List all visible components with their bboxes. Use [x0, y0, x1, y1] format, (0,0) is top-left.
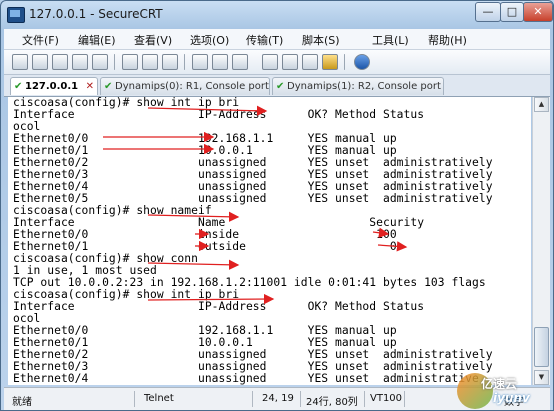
- toolbar-separator: [184, 54, 185, 70]
- disconnect-icon[interactable]: [92, 54, 108, 70]
- watermark-text: 亿速云: [481, 377, 518, 391]
- help-icon[interactable]: [354, 54, 370, 70]
- lock-icon[interactable]: [322, 54, 338, 70]
- connected-check-icon: ✔: [276, 81, 285, 92]
- menu-transfer[interactable]: 传输(T): [246, 32, 283, 48]
- underline-arrow: [147, 105, 268, 116]
- menu-file[interactable]: 文件(F): [22, 32, 59, 48]
- session-options-icon[interactable]: [212, 54, 228, 70]
- menu-options[interactable]: 选项(O): [190, 32, 229, 48]
- tab-label: 127.0.0.1: [25, 81, 79, 92]
- reconnect-icon[interactable]: [72, 54, 88, 70]
- session-tab-bar: ✔ 127.0.0.1 ✕ ✔ Dynamips(0): R1, Console…: [4, 75, 550, 97]
- status-protocol: Telnet: [144, 393, 174, 404]
- toolbar-separator: [344, 54, 345, 70]
- sftp-icon[interactable]: [262, 54, 278, 70]
- status-terminal-type: VT100: [370, 393, 403, 404]
- menu-script[interactable]: 脚本(S): [302, 32, 340, 48]
- menu-tools[interactable]: 工具(L): [372, 32, 409, 48]
- menu-edit[interactable]: 编辑(E): [78, 32, 116, 48]
- maximize-button[interactable]: □: [500, 2, 524, 22]
- tab-close-icon[interactable]: ✕: [86, 78, 94, 95]
- connected-check-icon: ✔: [104, 81, 113, 92]
- toolbar: [4, 50, 550, 75]
- connect-icon[interactable]: [12, 54, 28, 70]
- window-title: 127.0.0.1 - SecureCRT: [29, 7, 163, 21]
- tab-label: Dynamips(1): R2, Console port: [287, 81, 441, 92]
- terminal-scrollbar[interactable]: ▲ ▼: [532, 97, 550, 385]
- tab-dynamips-r1[interactable]: ✔ Dynamips(0): R1, Console port: [100, 77, 270, 95]
- close-button[interactable]: ✕: [523, 2, 553, 22]
- print-icon[interactable]: [192, 54, 208, 70]
- pointer-arrow: [377, 241, 408, 252]
- securecrt-app-icon: [7, 7, 25, 23]
- status-ready: 就绪: [12, 397, 32, 408]
- title-bar[interactable]: 127.0.0.1 - SecureCRT — □ ✕: [1, 1, 553, 29]
- paste-icon[interactable]: [142, 54, 158, 70]
- terminal-area[interactable]: ciscoasa(config)# show int ip bri Interfa…: [8, 97, 531, 385]
- tab-127-0-0-1[interactable]: ✔ 127.0.0.1 ✕: [10, 77, 98, 95]
- menu-help[interactable]: 帮助(H): [428, 32, 467, 48]
- new-session-icon[interactable]: [52, 54, 68, 70]
- annotation-arrows: [103, 105, 408, 305]
- menu-view[interactable]: 查看(V): [134, 32, 172, 48]
- scroll-thumb[interactable]: [534, 327, 549, 367]
- toolbar-separator: [114, 54, 115, 70]
- script-icon[interactable]: [302, 54, 318, 70]
- connected-check-icon: ✔: [14, 81, 23, 92]
- watermark-subtext: iyunv: [493, 391, 530, 405]
- tab-dynamips-r2[interactable]: ✔ Dynamips(1): R2, Console port: [272, 77, 444, 95]
- tab-label: Dynamips(0): R1, Console port: [115, 81, 269, 92]
- copy-icon[interactable]: [122, 54, 138, 70]
- quick-connect-icon[interactable]: [32, 54, 48, 70]
- menu-bar: 文件(F) 编辑(E) 查看(V) 选项(O) 传输(T) 脚本(S) 工具(L…: [4, 29, 550, 50]
- keymap-icon[interactable]: [282, 54, 298, 70]
- minimize-button[interactable]: —: [475, 2, 501, 22]
- underline-arrow: [147, 293, 275, 305]
- watermark-logo: 亿速云 iyunv: [457, 373, 553, 410]
- securecrt-window: 127.0.0.1 - SecureCRT — □ ✕ 文件(F) 编辑(E) …: [0, 0, 554, 411]
- underline-arrow: [147, 259, 240, 270]
- pointer-arrow: [372, 227, 390, 238]
- status-cursor: 24, 19: [262, 393, 294, 404]
- underline-arrow: [147, 211, 240, 222]
- global-options-icon[interactable]: [232, 54, 248, 70]
- status-size: 24行, 80列: [306, 397, 358, 408]
- scroll-up-icon[interactable]: ▲: [534, 97, 549, 112]
- find-icon[interactable]: [162, 54, 178, 70]
